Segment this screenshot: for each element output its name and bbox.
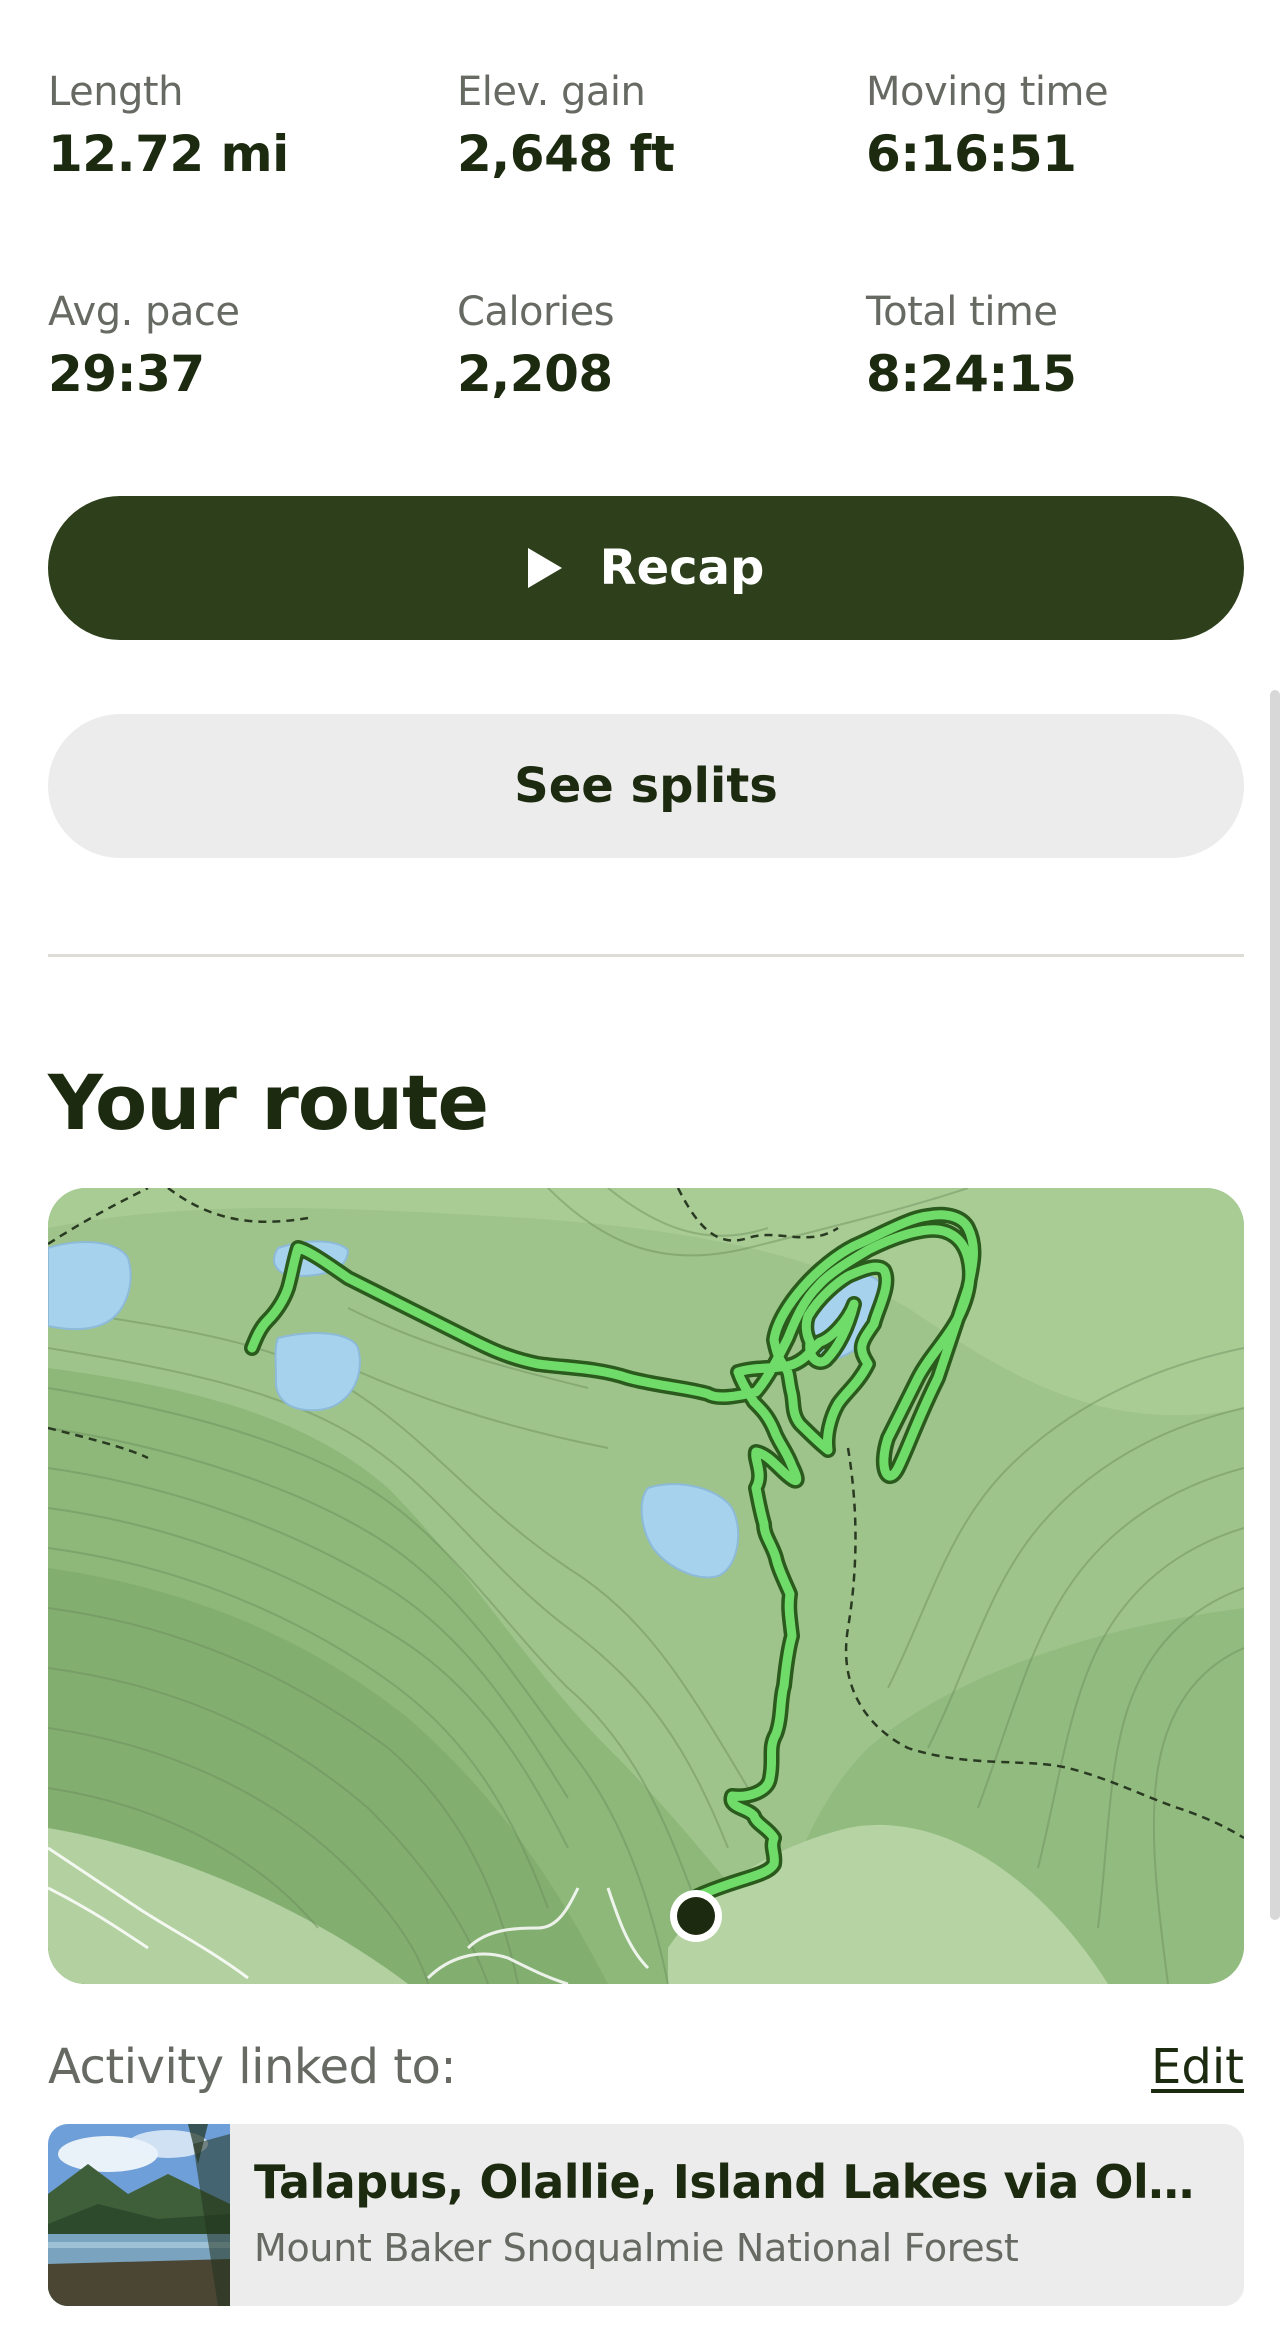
trail-thumbnail <box>48 2124 230 2306</box>
linked-trail-card[interactable]: Talapus, Olallie, Island Lakes via Olall… <box>48 2124 1244 2306</box>
stat-value: 8:24:15 <box>866 345 1077 403</box>
map-canvas <box>48 1188 1244 1984</box>
play-icon <box>527 548 562 588</box>
recap-button[interactable]: Recap <box>48 496 1244 640</box>
section-divider <box>48 954 1244 957</box>
stat-length: Length 12.72 mi <box>48 68 428 184</box>
stat-label: Length <box>48 69 183 115</box>
trail-location: Mount Baker Snoqualmie National Forest <box>254 2226 1019 2270</box>
stat-label: Elev. gain <box>457 69 646 115</box>
start-marker <box>670 1890 722 1942</box>
stat-value: 2,208 <box>457 345 613 403</box>
stat-calories: Calories 2,208 <box>457 288 837 404</box>
stat-label: Moving time <box>866 69 1109 115</box>
see-splits-button[interactable]: See splits <box>48 714 1244 858</box>
scrollbar[interactable] <box>1270 690 1280 1920</box>
stat-moving-time: Moving time 6:16:51 <box>866 68 1246 184</box>
edit-link[interactable]: Edit <box>1151 2038 1244 2096</box>
recap-button-label: Recap <box>599 540 765 596</box>
stat-label: Avg. pace <box>48 289 240 335</box>
stat-avg-pace: Avg. pace 29:37 <box>48 288 428 404</box>
activity-linked-label: Activity linked to: <box>48 2039 457 2095</box>
route-map[interactable] <box>48 1188 1244 1984</box>
stat-label: Calories <box>457 289 615 335</box>
stat-label: Total time <box>866 289 1058 335</box>
trail-title: Talapus, Olallie, Island Lakes via Olall… <box>254 2155 1214 2209</box>
stat-value: 6:16:51 <box>866 125 1077 183</box>
stat-elevation-gain: Elev. gain 2,648 ft <box>457 68 837 184</box>
stat-total-time: Total time 8:24:15 <box>866 288 1246 404</box>
stat-value: 29:37 <box>48 345 205 403</box>
stat-value: 12.72 mi <box>48 125 289 183</box>
route-section-title: Your route <box>48 1058 489 1147</box>
stat-value: 2,648 ft <box>457 125 675 183</box>
see-splits-button-label: See splits <box>514 758 778 814</box>
